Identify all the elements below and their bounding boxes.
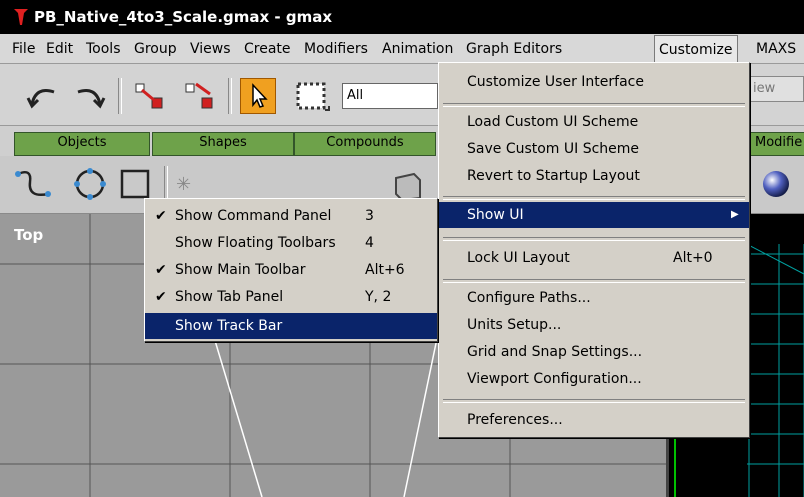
toolbar-separator [228, 78, 232, 114]
menu-item-save-ui-scheme[interactable]: Save Custom UI Scheme [439, 136, 749, 162]
menu-item-shortcut: 4 [365, 235, 374, 251]
menu-item-label: Save Custom UI Scheme [467, 141, 640, 157]
show-ui-submenu: ✔ Show Command Panel 3 Show Floating Too… [144, 198, 438, 342]
scatter-icon[interactable]: ✳ [176, 174, 191, 195]
toolbar-separator [164, 166, 168, 202]
menu-edit[interactable]: Edit [46, 34, 73, 64]
menu-separator [443, 103, 745, 107]
menu-item-label: Show Tab Panel [175, 289, 284, 305]
menu-file[interactable]: File [12, 34, 35, 64]
menu-item-label: Show Command Panel [175, 208, 332, 224]
checkmark-icon: ✔ [155, 289, 167, 305]
undo-icon[interactable] [24, 78, 64, 114]
checkmark-icon: ✔ [155, 262, 167, 278]
window-title: PB_Native_4to3_Scale.gmax - gmax [34, 8, 333, 26]
menu-item-units-setup[interactable]: Units Setup... [439, 312, 749, 338]
menu-item-label: Show Main Toolbar [175, 262, 306, 278]
viewport-label[interactable]: Top [14, 226, 43, 244]
menu-item-label: Preferences... [467, 412, 563, 428]
menu-item-label: Load Custom UI Scheme [467, 114, 639, 130]
menu-item-label: Configure Paths... [467, 290, 591, 306]
title-bar: PB_Native_4to3_Scale.gmax - gmax [0, 0, 804, 34]
menu-item-label: Customize User Interface [467, 74, 644, 90]
customize-menu: Customize User Interface Load Custom UI … [438, 62, 750, 438]
menu-item-preferences[interactable]: Preferences... [439, 407, 749, 433]
menu-maxscript[interactable]: MAXS [756, 34, 796, 64]
reference-coordinate-dropdown[interactable]: iew [746, 76, 804, 102]
gmax-logo-icon [14, 9, 28, 25]
menu-item-label: Show Track Bar [175, 318, 283, 334]
tab-shapes[interactable]: Shapes [152, 132, 294, 156]
menu-item-show-command-panel[interactable]: ✔ Show Command Panel 3 [145, 203, 437, 229]
unlink-selection-icon[interactable] [182, 80, 218, 114]
menu-separator [443, 279, 745, 283]
menu-item-grid-snap-settings[interactable]: Grid and Snap Settings... [439, 339, 749, 365]
menu-bar: File Edit Tools Group Views Create Modif… [0, 34, 804, 65]
menu-item-shortcut: Alt+6 [365, 262, 405, 278]
menu-animation[interactable]: Animation [382, 34, 453, 64]
menu-item-shortcut: Y, 2 [365, 289, 392, 305]
circle-shape-icon[interactable] [70, 166, 110, 202]
menu-item-show-track-bar[interactable]: Show Track Bar [145, 313, 437, 339]
menu-item-load-ui-scheme[interactable]: Load Custom UI Scheme [439, 109, 749, 135]
menu-item-customize-ui[interactable]: Customize User Interface [439, 69, 749, 95]
selection-filter-dropdown[interactable]: All [342, 83, 438, 109]
menu-graph-editors[interactable]: Graph Editors [466, 34, 562, 64]
menu-item-configure-paths[interactable]: Configure Paths... [439, 285, 749, 311]
menu-group[interactable]: Group [134, 34, 177, 64]
menu-item-label: Grid and Snap Settings... [467, 344, 643, 360]
menu-separator [443, 237, 745, 241]
menu-item-show-main-toolbar[interactable]: ✔ Show Main Toolbar Alt+6 [145, 257, 437, 283]
compound-icons-faded: ✳ [176, 174, 191, 195]
select-object-button[interactable] [240, 78, 276, 114]
menu-separator [443, 196, 745, 200]
menu-separator [443, 399, 745, 403]
select-and-link-icon[interactable] [132, 80, 168, 114]
menu-item-label: Lock UI Layout [467, 250, 570, 266]
arrow-cursor-icon [252, 83, 268, 108]
menu-modifiers[interactable]: Modifiers [304, 34, 368, 64]
toolbar-separator [118, 78, 122, 114]
menu-item-show-floating-toolbars[interactable]: Show Floating Toolbars 4 [145, 230, 437, 256]
submenu-arrow-icon: ▶ [731, 209, 739, 220]
menu-item-viewport-configuration[interactable]: Viewport Configuration... [439, 366, 749, 392]
menu-item-label: Show Floating Toolbars [175, 235, 336, 251]
menu-item-shortcut: 3 [365, 208, 374, 224]
rectangle-shape-icon[interactable] [118, 166, 154, 202]
redo-icon[interactable] [68, 78, 108, 114]
tab-modifiers[interactable]: Modifie [750, 132, 804, 156]
menu-item-lock-ui-layout[interactable]: Lock UI Layout Alt+0 [439, 245, 749, 271]
menu-tools[interactable]: Tools [86, 34, 121, 64]
menu-customize[interactable]: Customize [654, 35, 738, 65]
menu-views[interactable]: Views [190, 34, 231, 64]
menu-item-label: Revert to Startup Layout [467, 168, 640, 184]
menu-item-revert-layout[interactable]: Revert to Startup Layout [439, 163, 749, 189]
tab-compounds[interactable]: Compounds [294, 132, 436, 156]
menu-item-shortcut: Alt+0 [673, 250, 713, 266]
menu-create[interactable]: Create [244, 34, 291, 64]
menu-item-label: Viewport Configuration... [467, 371, 642, 387]
checkmark-icon: ✔ [155, 208, 167, 224]
line-shape-icon[interactable] [14, 166, 54, 202]
menu-item-label: Show UI [467, 207, 524, 223]
rectangular-selection-icon[interactable] [292, 78, 332, 116]
menu-item-label: Units Setup... [467, 317, 562, 333]
sphere-icon[interactable] [760, 168, 792, 200]
menu-item-show-tab-panel[interactable]: ✔ Show Tab Panel Y, 2 [145, 284, 437, 310]
menu-item-show-ui[interactable]: Show UI ▶ [439, 202, 749, 228]
tab-objects[interactable]: Objects [14, 132, 150, 156]
